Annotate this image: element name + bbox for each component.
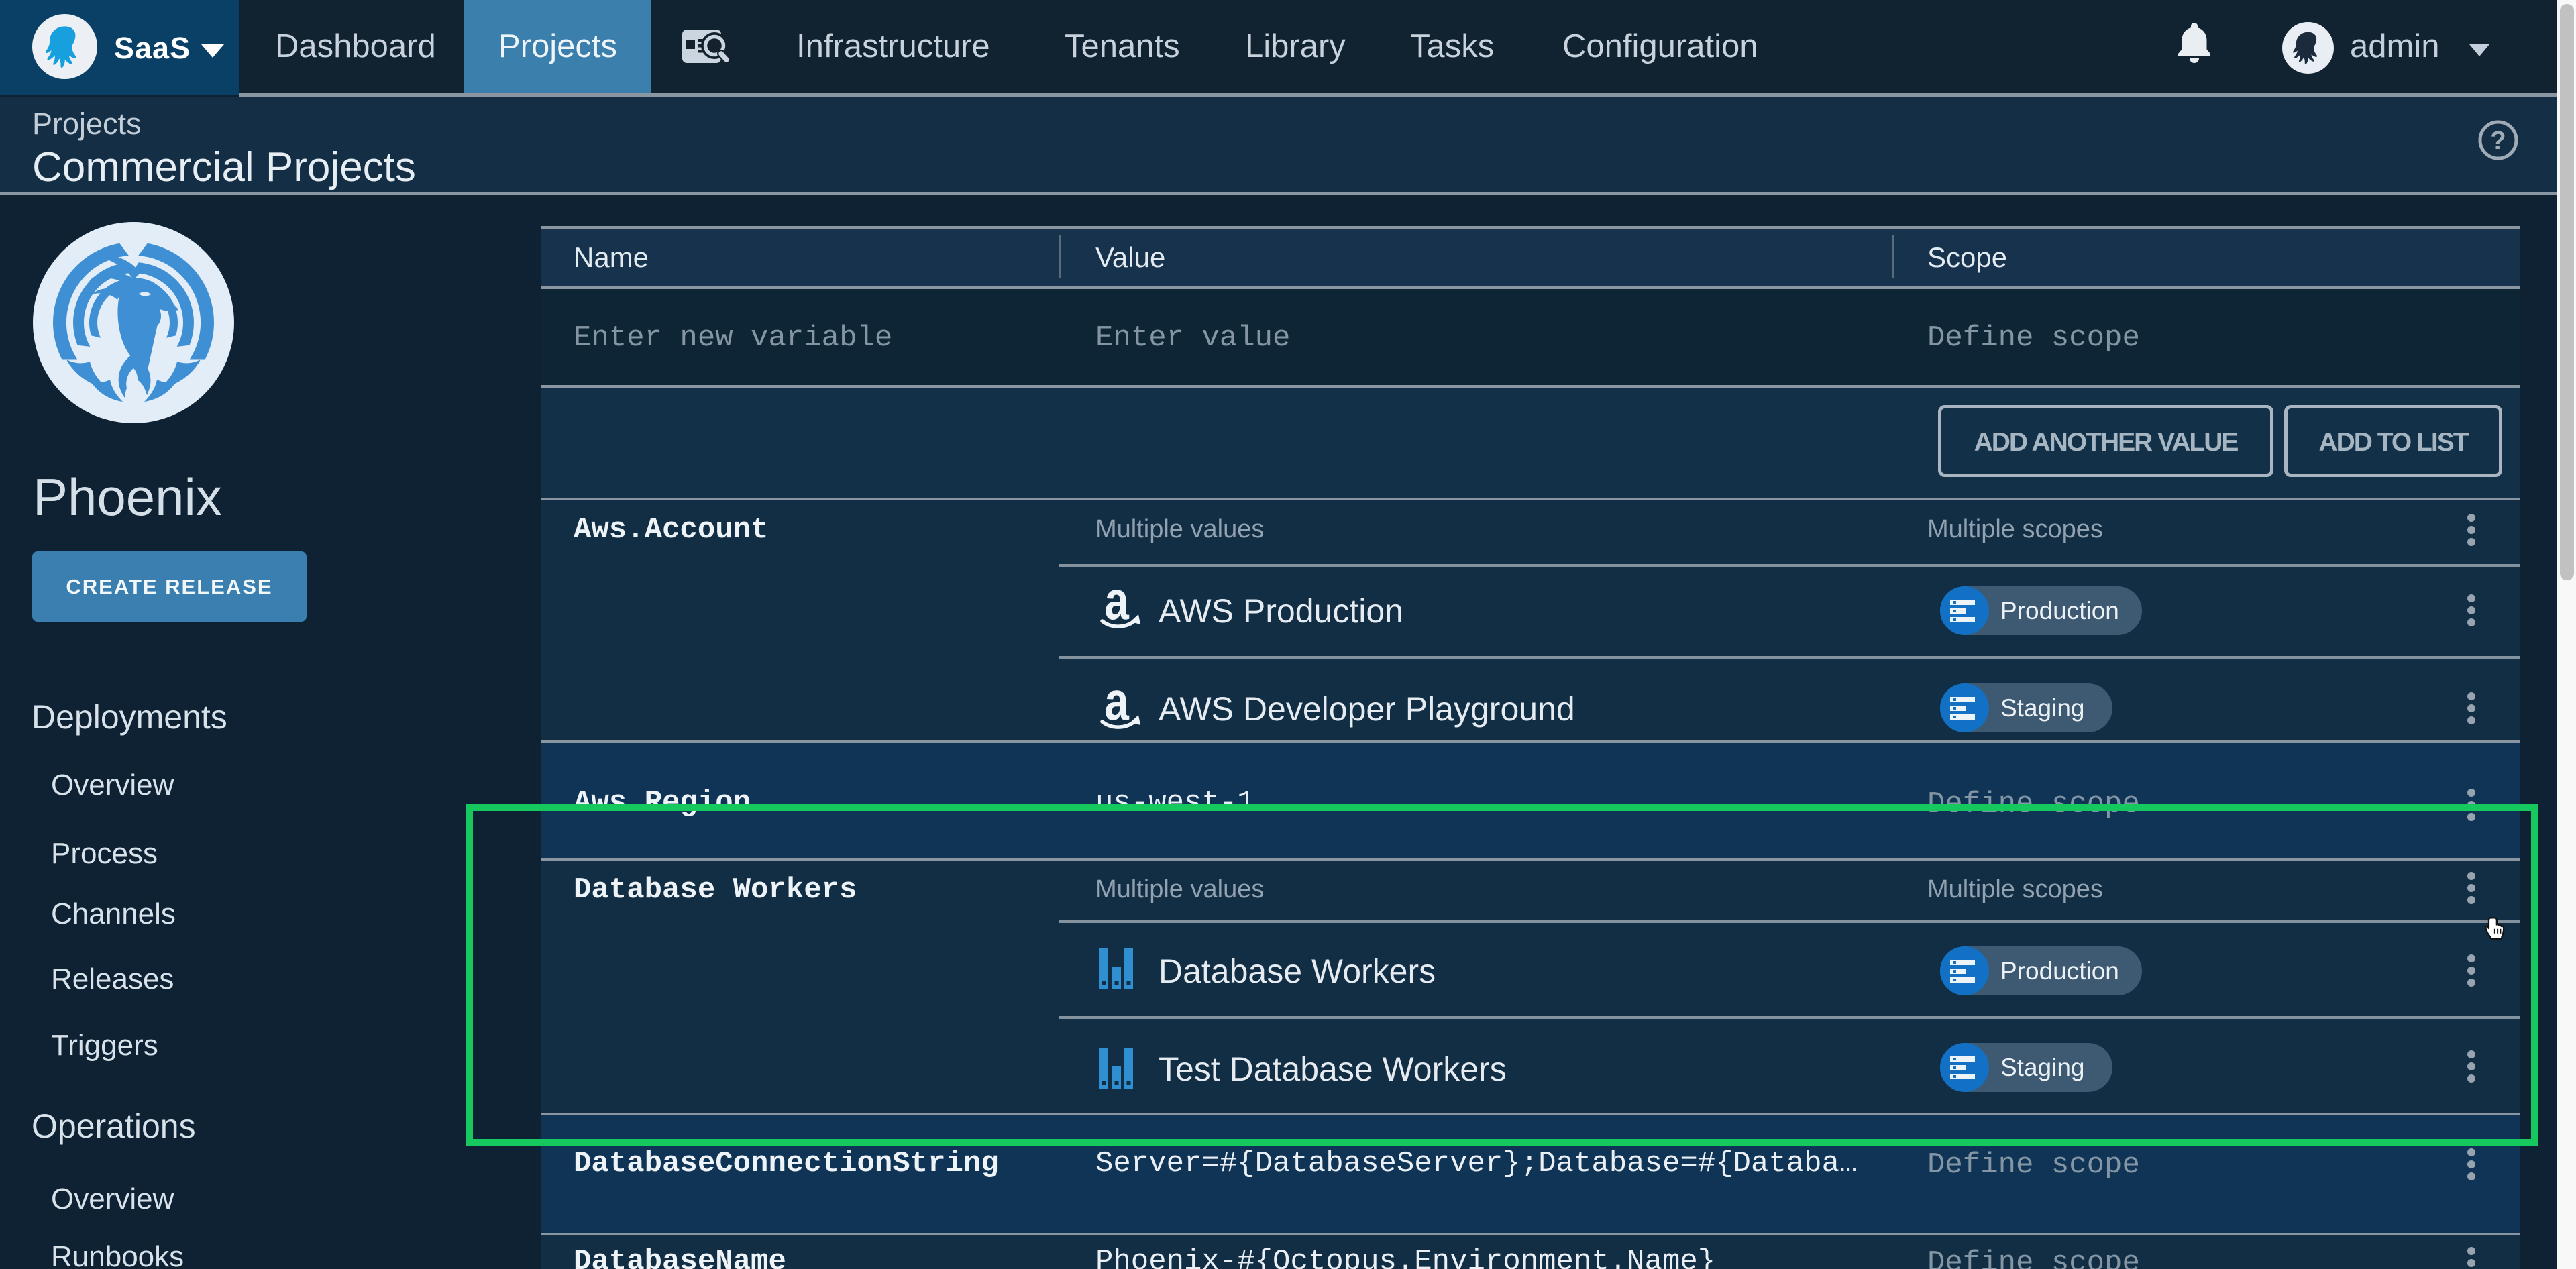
svg-text:?: ? [2490,127,2506,155]
